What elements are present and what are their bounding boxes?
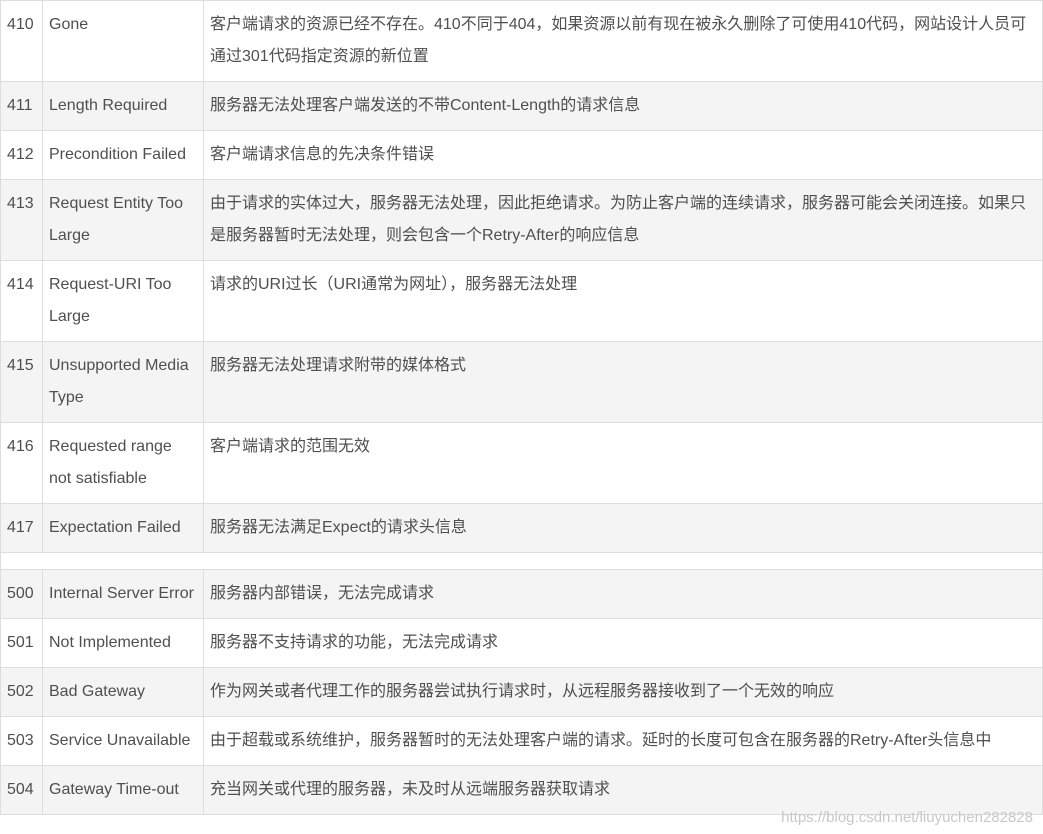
status-description: 客户端请求的资源已经不存在。410不同于404，如果资源以前有现在被永久删除了可…	[203, 0, 1043, 82]
status-code: 411	[0, 81, 43, 131]
status-description: 由于请求的实体过大，服务器无法处理，因此拒绝请求。为防止客户端的连续请求，服务器…	[203, 179, 1043, 261]
table-row: 501 Not Implemented 服务器不支持请求的功能，无法完成请求	[0, 618, 1043, 668]
status-name: Requested range not satisfiable	[42, 422, 204, 504]
status-code: 416	[0, 422, 43, 504]
spacer-cell	[0, 552, 1043, 570]
http-status-table: 410 Gone 客户端请求的资源已经不存在。410不同于404，如果资源以前有…	[0, 0, 1043, 815]
table-row: 504 Gateway Time-out 充当网关或代理的服务器，未及时从远端服…	[0, 765, 1043, 815]
status-code: 501	[0, 618, 43, 668]
status-description: 服务器无法处理请求附带的媒体格式	[203, 341, 1043, 423]
status-code: 413	[0, 179, 43, 261]
status-name: Unsupported Media Type	[42, 341, 204, 423]
status-description: 服务器内部错误，无法完成请求	[203, 569, 1043, 619]
status-name: Bad Gateway	[42, 667, 204, 717]
status-code: 502	[0, 667, 43, 717]
status-name: Service Unavailable	[42, 716, 204, 766]
status-code: 504	[0, 765, 43, 815]
status-description: 服务器无法满足Expect的请求头信息	[203, 503, 1043, 553]
table-row: 415 Unsupported Media Type 服务器无法处理请求附带的媒…	[0, 341, 1043, 423]
status-code: 500	[0, 569, 43, 619]
status-code: 417	[0, 503, 43, 553]
status-description: 客户端请求的范围无效	[203, 422, 1043, 504]
status-name: Request Entity Too Large	[42, 179, 204, 261]
status-name: Internal Server Error	[42, 569, 204, 619]
status-code: 414	[0, 260, 43, 342]
table-row: 417 Expectation Failed 服务器无法满足Expect的请求头…	[0, 503, 1043, 553]
table-row: 413 Request Entity Too Large 由于请求的实体过大，服…	[0, 179, 1043, 261]
status-name: Gateway Time-out	[42, 765, 204, 815]
status-description: 由于超载或系统维护，服务器暂时的无法处理客户端的请求。延时的长度可包含在服务器的…	[203, 716, 1043, 766]
status-description: 客户端请求信息的先决条件错误	[203, 130, 1043, 180]
table-row: 502 Bad Gateway 作为网关或者代理工作的服务器尝试执行请求时，从远…	[0, 667, 1043, 717]
status-code: 412	[0, 130, 43, 180]
table-row: 412 Precondition Failed 客户端请求信息的先决条件错误	[0, 130, 1043, 180]
status-description: 服务器无法处理客户端发送的不带Content-Length的请求信息	[203, 81, 1043, 131]
status-name: Request-URI Too Large	[42, 260, 204, 342]
table-row: 411 Length Required 服务器无法处理客户端发送的不带Conte…	[0, 81, 1043, 131]
status-description: 请求的URI过长（URI通常为网址），服务器无法处理	[203, 260, 1043, 342]
status-name: Expectation Failed	[42, 503, 204, 553]
status-code: 415	[0, 341, 43, 423]
table-row: 410 Gone 客户端请求的资源已经不存在。410不同于404，如果资源以前有…	[0, 0, 1043, 82]
status-name: Precondition Failed	[42, 130, 204, 180]
table-row: 500 Internal Server Error 服务器内部错误，无法完成请求	[0, 569, 1043, 619]
table-spacer-row	[0, 552, 1043, 570]
status-code: 503	[0, 716, 43, 766]
status-name: Length Required	[42, 81, 204, 131]
status-name: Not Implemented	[42, 618, 204, 668]
status-description: 充当网关或代理的服务器，未及时从远端服务器获取请求	[203, 765, 1043, 815]
status-description: 服务器不支持请求的功能，无法完成请求	[203, 618, 1043, 668]
table-row: 503 Service Unavailable 由于超载或系统维护，服务器暂时的…	[0, 716, 1043, 766]
status-description: 作为网关或者代理工作的服务器尝试执行请求时，从远程服务器接收到了一个无效的响应	[203, 667, 1043, 717]
table-row: 416 Requested range not satisfiable 客户端请…	[0, 422, 1043, 504]
status-code: 410	[0, 0, 43, 82]
status-name: Gone	[42, 0, 204, 82]
table-row: 414 Request-URI Too Large 请求的URI过长（URI通常…	[0, 260, 1043, 342]
